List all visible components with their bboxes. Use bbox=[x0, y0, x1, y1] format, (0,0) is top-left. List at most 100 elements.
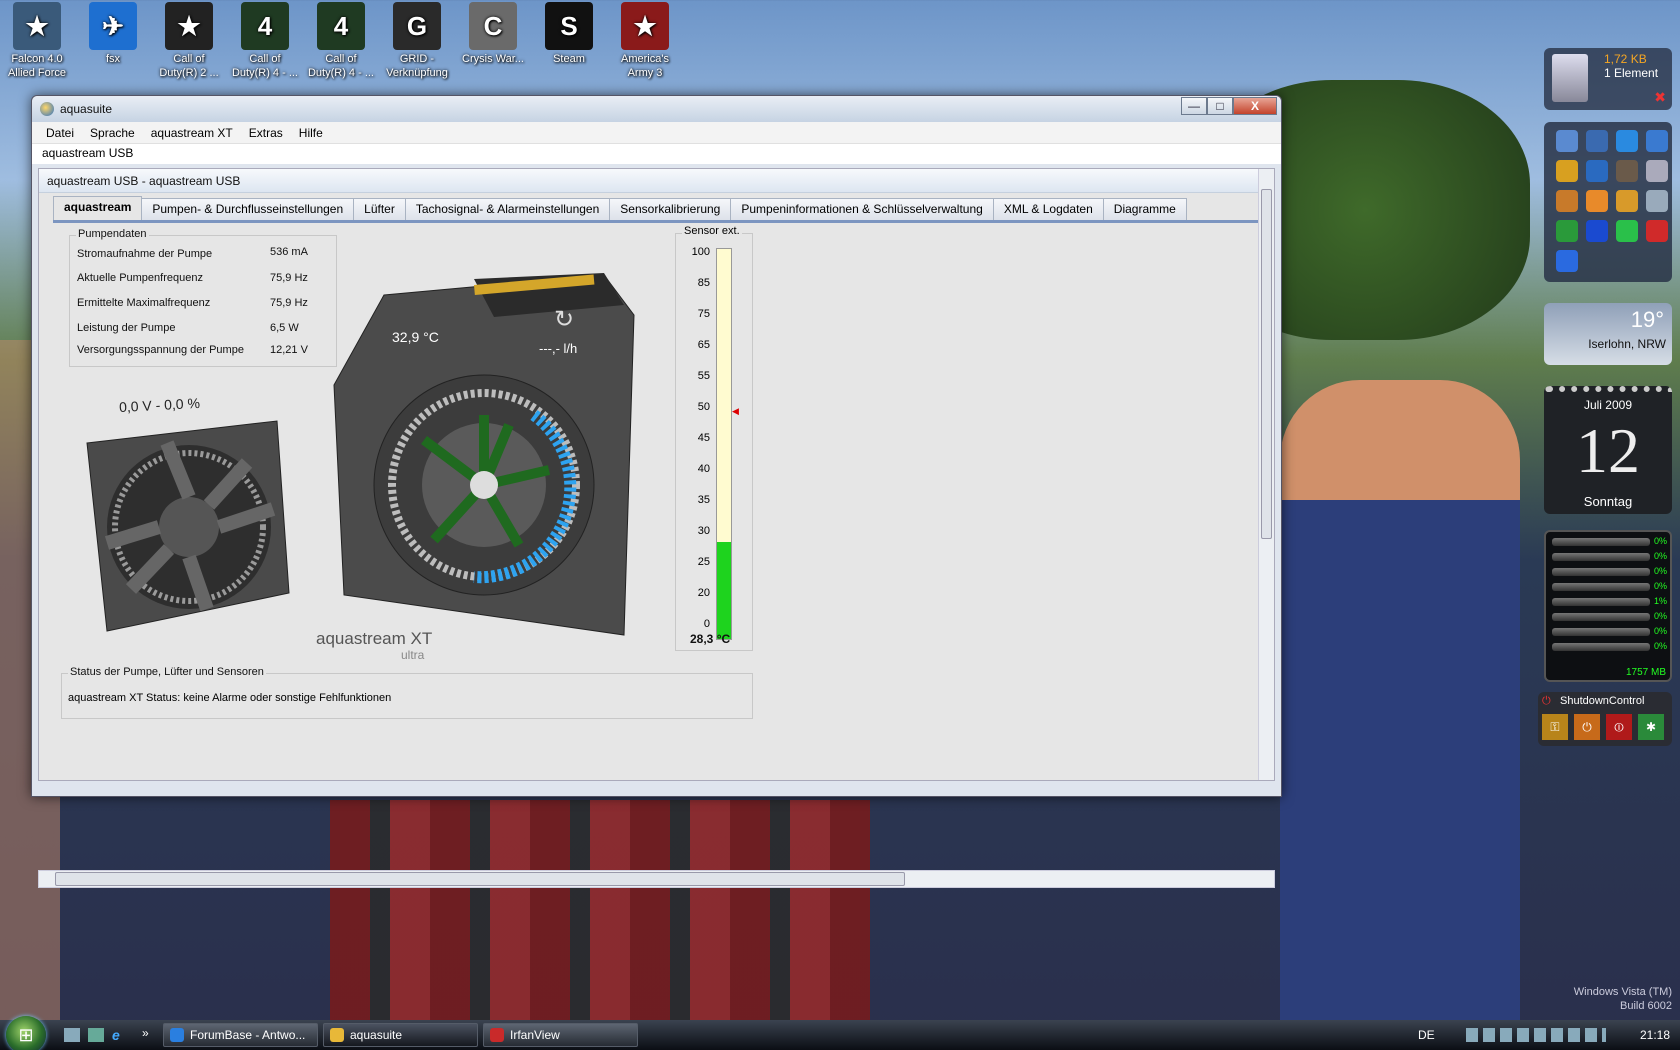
desktop-app-icon: 4 bbox=[241, 2, 289, 50]
vertical-scroll-thumb[interactable] bbox=[1261, 189, 1272, 539]
quicklaunch-icon[interactable] bbox=[1646, 190, 1668, 212]
cpu-core-row bbox=[1552, 643, 1650, 651]
recycle-bin-icon bbox=[1552, 54, 1588, 102]
desktop-app-icon: ★ bbox=[165, 2, 213, 50]
calendar-gadget[interactable]: Juli 2009 12 Sonntag bbox=[1544, 386, 1672, 514]
shutdown-button[interactable]: ⏻ bbox=[1574, 714, 1600, 740]
quicklaunch-icon[interactable] bbox=[1646, 130, 1668, 152]
device-panel: aquastream USB - aquastream USB aquastre… bbox=[38, 168, 1275, 781]
aquasuite-task-icon bbox=[330, 1028, 344, 1042]
quicklaunch-icon[interactable] bbox=[1586, 130, 1608, 152]
maximize-button[interactable]: □ bbox=[1207, 97, 1233, 115]
quicklaunch-desktop-icon[interactable] bbox=[64, 1028, 80, 1042]
minimize-button[interactable]: — bbox=[1181, 97, 1207, 115]
desktop-icon[interactable]: ★ Falcon 4.0 Allied Force bbox=[2, 2, 72, 80]
calendar-weekday: Sonntag bbox=[1583, 494, 1633, 509]
desktop-app-icon: S bbox=[545, 2, 593, 50]
quicklaunch-icon[interactable] bbox=[1646, 160, 1668, 182]
tab-xml-log[interactable]: XML & Logdaten bbox=[992, 198, 1104, 220]
desktop-icon[interactable]: S Steam bbox=[534, 2, 604, 66]
quicklaunch-icon[interactable] bbox=[1616, 160, 1638, 182]
menu-hilfe[interactable]: Hilfe bbox=[291, 126, 331, 140]
sensor-scale-tick: 65 bbox=[697, 339, 710, 351]
calendar-month: Juli 2009 bbox=[1583, 398, 1633, 412]
tab-pump-flow-settings[interactable]: Pumpen- & Durchflusseinstellungen bbox=[141, 198, 355, 220]
desktop-icon-label: fsx bbox=[105, 53, 121, 65]
tab-fan[interactable]: Lüfter bbox=[353, 198, 406, 220]
quicklaunch-more-icon[interactable]: » bbox=[142, 1026, 149, 1040]
quicklaunch-icon[interactable] bbox=[1616, 220, 1638, 242]
menu-sprache[interactable]: Sprache bbox=[82, 126, 143, 140]
tab-sensor-calibration[interactable]: Sensorkalibrierung bbox=[609, 198, 732, 220]
quicklaunch-ie-icon[interactable]: e bbox=[112, 1027, 120, 1043]
desktop-icon[interactable]: G GRID - Verknüpfung bbox=[382, 2, 452, 80]
power-icon: ⏻ bbox=[1542, 695, 1551, 707]
ie-icon bbox=[170, 1028, 184, 1042]
lock-button[interactable]: ⚿ bbox=[1542, 714, 1568, 740]
quicklaunch-icon[interactable] bbox=[1586, 190, 1608, 212]
tab-tacho-alarm[interactable]: Tachosignal- & Alarmeinstellungen bbox=[404, 198, 611, 220]
desktop-icon[interactable]: ★ Call of Duty(R) 2 ... bbox=[154, 2, 224, 80]
tab-diagrams[interactable]: Diagramme bbox=[1102, 198, 1187, 220]
sensor-scale-tick: 50 bbox=[697, 401, 710, 413]
cpu-core-row bbox=[1552, 568, 1650, 576]
sensor-group: Sensor ext. 100 85 75 65 55 50 45 40 35 30 25 20 0 ◀… bbox=[675, 225, 753, 651]
quicklaunch-explorer-icon[interactable] bbox=[88, 1028, 104, 1042]
desktop-icon[interactable]: C Crysis War... bbox=[458, 2, 528, 66]
pump-brand: aquastream XT bbox=[316, 629, 433, 648]
desktop-icon[interactable]: 4 Call of Duty(R) 4 - ... bbox=[306, 2, 376, 80]
cpu-core-value: 0% bbox=[1654, 641, 1668, 651]
horizontal-scrollbar[interactable] bbox=[38, 870, 1275, 888]
clock[interactable]: 21:18 bbox=[1640, 1028, 1670, 1042]
refresh-icon[interactable]: ↻ bbox=[554, 305, 574, 334]
task-irfanview[interactable]: IrfanView bbox=[483, 1023, 638, 1047]
quicklaunch-icon[interactable] bbox=[1586, 220, 1608, 242]
pump-graphic[interactable] bbox=[324, 265, 644, 645]
quicklaunch-icon[interactable] bbox=[1556, 190, 1578, 212]
desktop-icon-label: Steam bbox=[553, 53, 585, 65]
window-title: aquasuite bbox=[60, 102, 113, 116]
desktop-icon-label: Call of Duty(R) 2 ... bbox=[159, 53, 219, 79]
quicklaunch-icon[interactable] bbox=[1616, 130, 1638, 152]
task-forumbase[interactable]: ForumBase - Antwo... bbox=[163, 1023, 318, 1047]
tab-aquastream[interactable]: aquastream bbox=[53, 196, 143, 220]
restart-button[interactable]: ⏼ bbox=[1606, 714, 1632, 740]
sensor-scale-tick: 85 bbox=[697, 277, 710, 289]
quicklaunch-icon[interactable] bbox=[1586, 160, 1608, 182]
vertical-scrollbar[interactable] bbox=[1258, 169, 1274, 780]
close-button[interactable]: X bbox=[1233, 97, 1277, 115]
desktop-icon[interactable]: ★ America's Army 3 bbox=[610, 2, 680, 80]
weather-temp: 19° bbox=[1630, 307, 1664, 332]
task-aquasuite[interactable]: aquasuite bbox=[323, 1023, 478, 1047]
recycle-size: 1,72 KB bbox=[1604, 52, 1647, 66]
irfanview-icon bbox=[490, 1028, 504, 1042]
device-label[interactable]: aquastream USB bbox=[32, 144, 1281, 164]
menu-extras[interactable]: Extras bbox=[241, 126, 291, 140]
aquasuite-app-icon bbox=[40, 102, 54, 116]
desktop-icon-label: Crysis War... bbox=[462, 53, 524, 65]
quicklaunch-icon[interactable] bbox=[1556, 160, 1578, 182]
pump-frequency-label: Aktuelle Pumpenfrequenz bbox=[77, 272, 203, 284]
language-indicator[interactable]: DE bbox=[1418, 1028, 1435, 1042]
recycle-bin-gadget[interactable]: 1,72 KB 1 Element ✖ bbox=[1544, 48, 1672, 110]
sleep-button[interactable]: ✱ bbox=[1638, 714, 1664, 740]
quicklaunch-icon[interactable] bbox=[1646, 220, 1668, 242]
window-titlebar[interactable]: aquasuite — □ X bbox=[32, 96, 1281, 122]
pump-max-frequency-label: Ermittelte Maximalfrequenz bbox=[77, 297, 211, 309]
menu-datei[interactable]: Datei bbox=[38, 126, 82, 140]
cpu-core-value: 0% bbox=[1654, 581, 1668, 591]
desktop-icon[interactable]: 4 Call of Duty(R) 4 - ... bbox=[230, 2, 300, 80]
desktop-icon[interactable]: ✈ fsx bbox=[78, 2, 148, 66]
horizontal-scroll-thumb[interactable] bbox=[55, 872, 905, 886]
fan-graphic[interactable] bbox=[77, 413, 297, 637]
empty-recycle-icon[interactable]: ✖ bbox=[1654, 89, 1666, 106]
quicklaunch-icon[interactable] bbox=[1556, 250, 1578, 272]
menu-aquastream-xt[interactable]: aquastream XT bbox=[143, 126, 241, 140]
quicklaunch-icon[interactable] bbox=[1556, 220, 1578, 242]
quicklaunch-icon[interactable] bbox=[1616, 190, 1638, 212]
tab-pump-info-keys[interactable]: Pumpeninformationen & Schlüsselverwaltun… bbox=[730, 198, 994, 220]
start-button[interactable]: ⊞ bbox=[6, 1016, 46, 1050]
quicklaunch-icon[interactable] bbox=[1556, 130, 1578, 152]
weather-gadget[interactable]: 19° Iserlohn, NRW bbox=[1544, 303, 1672, 365]
pump-power-label: Leistung der Pumpe bbox=[77, 322, 176, 334]
